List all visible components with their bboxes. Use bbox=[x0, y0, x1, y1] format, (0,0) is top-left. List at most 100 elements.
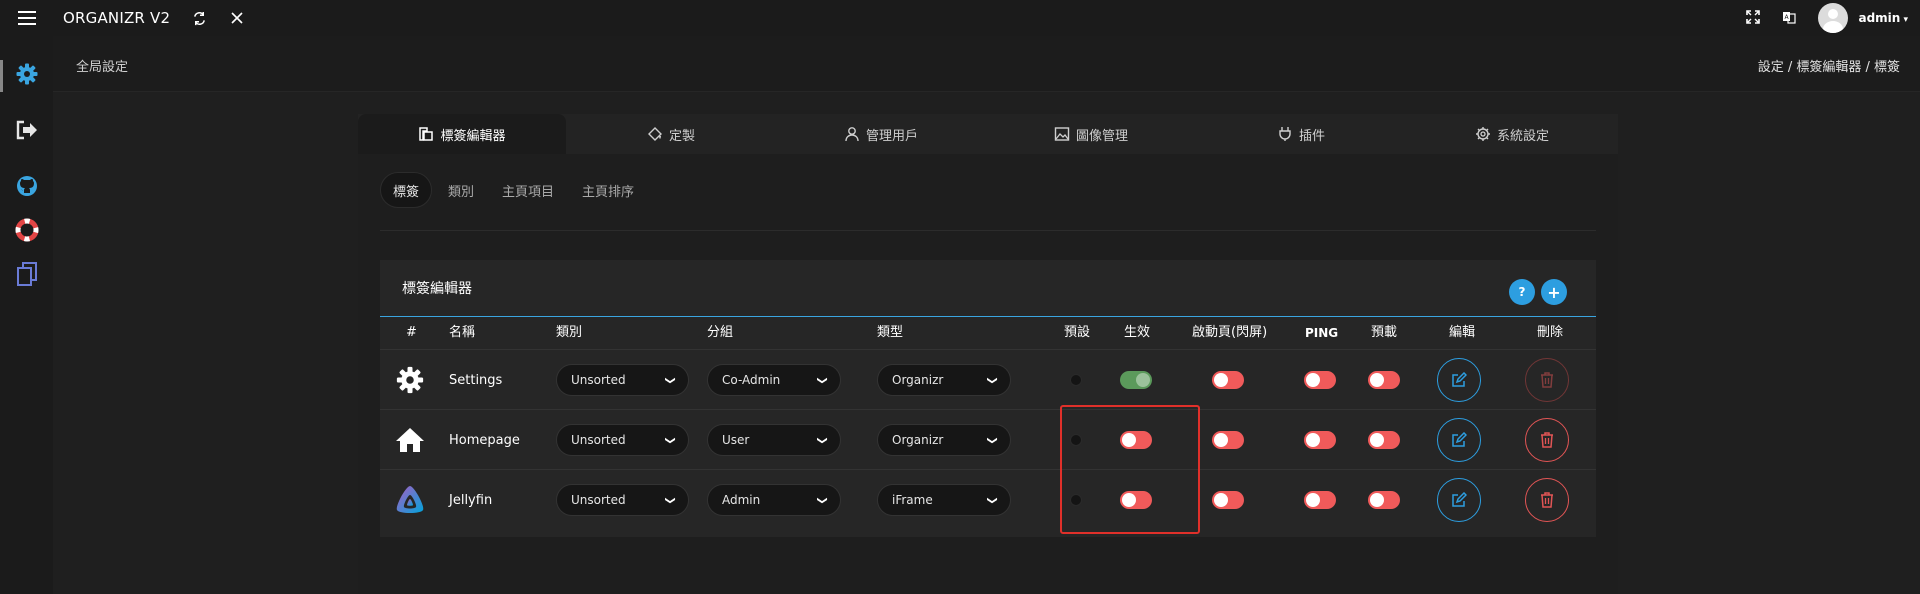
col-preload: 預載 bbox=[1371, 325, 1398, 340]
chevron-down-icon: ❯ bbox=[664, 375, 676, 385]
enabled-toggle[interactable] bbox=[1120, 410, 1152, 470]
edit-icon bbox=[1452, 492, 1467, 507]
col-default: 預設 bbox=[1064, 325, 1091, 340]
col-ping: PING bbox=[1305, 326, 1339, 340]
category-select[interactable]: Unsorted ❯ bbox=[556, 470, 689, 530]
add-tab-button[interactable]: + bbox=[1541, 279, 1567, 305]
default-radio[interactable] bbox=[1070, 410, 1082, 470]
table-row: Settings Unsorted ❯ Co-Admin ❯ Organizr ❯ bbox=[380, 349, 1596, 409]
col-delete: 刪除 bbox=[1537, 325, 1564, 340]
ping-toggle[interactable] bbox=[1304, 470, 1336, 530]
tab-customize[interactable]: 定製 bbox=[566, 114, 776, 154]
gear-icon bbox=[15, 62, 39, 90]
ping-toggle[interactable] bbox=[1304, 350, 1336, 410]
chevron-down-icon: ❯ bbox=[986, 495, 998, 505]
splash-toggle[interactable] bbox=[1212, 350, 1244, 410]
group-select[interactable]: Co-Admin ❯ bbox=[707, 350, 841, 410]
preload-toggle[interactable] bbox=[1368, 350, 1400, 410]
lifebuoy-icon bbox=[15, 218, 39, 246]
default-radio[interactable] bbox=[1070, 470, 1082, 530]
tab-name: Settings bbox=[449, 372, 503, 388]
col-category: 類別 bbox=[556, 325, 583, 340]
col-num: # bbox=[406, 325, 417, 340]
tab-plugins[interactable]: 插件 bbox=[1196, 114, 1406, 154]
category-select[interactable]: Unsorted ❯ bbox=[556, 410, 689, 470]
sidebar-item-docs[interactable] bbox=[0, 254, 53, 298]
menu-icon[interactable] bbox=[0, 0, 53, 36]
edit-button[interactable] bbox=[1437, 470, 1481, 530]
type-select[interactable]: Organizr ❯ bbox=[877, 410, 1011, 470]
chevron-down-icon: ❯ bbox=[816, 375, 828, 385]
close-icon[interactable] bbox=[228, 9, 246, 27]
category-select[interactable]: Unsorted ❯ bbox=[556, 350, 689, 410]
paint-bucket-icon bbox=[647, 126, 663, 142]
delete-button[interactable] bbox=[1525, 350, 1569, 410]
gear-icon bbox=[394, 350, 426, 410]
splash-toggle[interactable] bbox=[1212, 470, 1244, 530]
col-type: 類型 bbox=[877, 325, 904, 340]
tab-tag-editor[interactable]: 標簽編輯器 bbox=[358, 114, 566, 154]
col-enabled: 生效 bbox=[1124, 325, 1151, 340]
table-row: Jellyfin Unsorted ❯ Admin ❯ iFrame ❯ bbox=[380, 469, 1596, 529]
chevron-down-icon: ❯ bbox=[816, 495, 828, 505]
default-radio[interactable] bbox=[1070, 350, 1082, 410]
settings-card: 標簽編輯器 定製 管理用戶 圖像管理 插件 系統設定 標簽 類別 主頁項目 主頁… bbox=[358, 114, 1618, 594]
home-icon bbox=[394, 410, 426, 470]
subtab-homepage-items[interactable]: 主頁項目 bbox=[490, 172, 566, 208]
chevron-down-icon: ❯ bbox=[664, 435, 676, 445]
tab-system-settings[interactable]: 系統設定 bbox=[1406, 114, 1618, 154]
table-title: 標簽編輯器 bbox=[402, 281, 472, 297]
edit-icon bbox=[1452, 372, 1467, 387]
tab-manage-users[interactable]: 管理用戶 bbox=[776, 114, 986, 154]
sidebar-item-settings[interactable] bbox=[0, 54, 53, 98]
ping-toggle[interactable] bbox=[1304, 410, 1336, 470]
refresh-icon[interactable] bbox=[190, 9, 208, 27]
trash-icon bbox=[1541, 372, 1553, 388]
preload-toggle[interactable] bbox=[1368, 470, 1400, 530]
avatar[interactable] bbox=[1818, 3, 1849, 33]
subtab-homepage-order[interactable]: 主頁排序 bbox=[570, 172, 646, 208]
github-icon bbox=[16, 175, 38, 201]
delete-button[interactable] bbox=[1525, 410, 1569, 470]
enabled-toggle[interactable] bbox=[1120, 470, 1152, 530]
edit-button[interactable] bbox=[1437, 410, 1481, 470]
sidebar bbox=[0, 36, 53, 594]
page-title: 全局設定 bbox=[76, 60, 129, 75]
tab-name: Jellyfin bbox=[449, 492, 493, 508]
subtab-tags[interactable]: 標簽 bbox=[380, 172, 433, 208]
breadcrumb-bar: 全局設定 設定 / 標簽編輯器 / 標簽 bbox=[53, 36, 1920, 92]
breadcrumb[interactable]: 設定 / 標簽編輯器 / 標簽 bbox=[1758, 56, 1900, 75]
tag-table-card: 標簽編輯器 ? + # 名稱 類別 分組 類型 預設 生效 啟動頁(閃屏) PI… bbox=[380, 260, 1596, 537]
group-select[interactable]: User ❯ bbox=[707, 410, 841, 470]
language-icon[interactable]: A bbox=[1782, 10, 1798, 26]
chevron-down-icon: ❯ bbox=[816, 435, 828, 445]
preload-toggle[interactable] bbox=[1368, 410, 1400, 470]
chevron-down-icon: ❯ bbox=[664, 495, 676, 505]
col-name: 名稱 bbox=[449, 325, 476, 340]
trash-icon bbox=[1541, 432, 1553, 448]
gear-icon bbox=[1475, 126, 1491, 142]
table-header: # 名稱 類別 分組 類型 預設 生效 啟動頁(閃屏) PING 預載 編輯 刪… bbox=[380, 317, 1596, 349]
table-row: Homepage Unsorted ❯ User ❯ Organizr ❯ bbox=[380, 409, 1596, 469]
main-tabs: 標簽編輯器 定製 管理用戶 圖像管理 插件 系統設定 bbox=[358, 114, 1618, 154]
splash-toggle[interactable] bbox=[1212, 410, 1244, 470]
subtab-categories[interactable]: 類別 bbox=[436, 172, 486, 208]
type-select[interactable]: Organizr ❯ bbox=[877, 350, 1011, 410]
tab-image-manager[interactable]: 圖像管理 bbox=[986, 114, 1196, 154]
col-edit: 編輯 bbox=[1449, 325, 1476, 340]
edit-button[interactable] bbox=[1437, 350, 1481, 410]
tab-panel: 標簽 類別 主頁項目 主頁排序 標簽編輯器 ? + # 名稱 類別 分組 類型 … bbox=[358, 154, 1618, 594]
enabled-toggle[interactable] bbox=[1120, 350, 1152, 410]
sidebar-item-logout[interactable] bbox=[0, 110, 53, 154]
sidebar-item-support[interactable] bbox=[0, 210, 53, 254]
sidebar-item-github[interactable] bbox=[0, 166, 53, 210]
user-menu[interactable]: admin bbox=[1858, 11, 1908, 25]
delete-button[interactable] bbox=[1525, 470, 1569, 530]
documents-icon bbox=[15, 261, 39, 291]
help-button[interactable]: ? bbox=[1509, 279, 1535, 305]
type-select[interactable]: iFrame ❯ bbox=[877, 470, 1011, 530]
fullscreen-icon[interactable] bbox=[1746, 10, 1762, 26]
tab-name: Homepage bbox=[449, 432, 520, 448]
image-icon bbox=[1054, 126, 1070, 142]
group-select[interactable]: Admin ❯ bbox=[707, 470, 841, 530]
